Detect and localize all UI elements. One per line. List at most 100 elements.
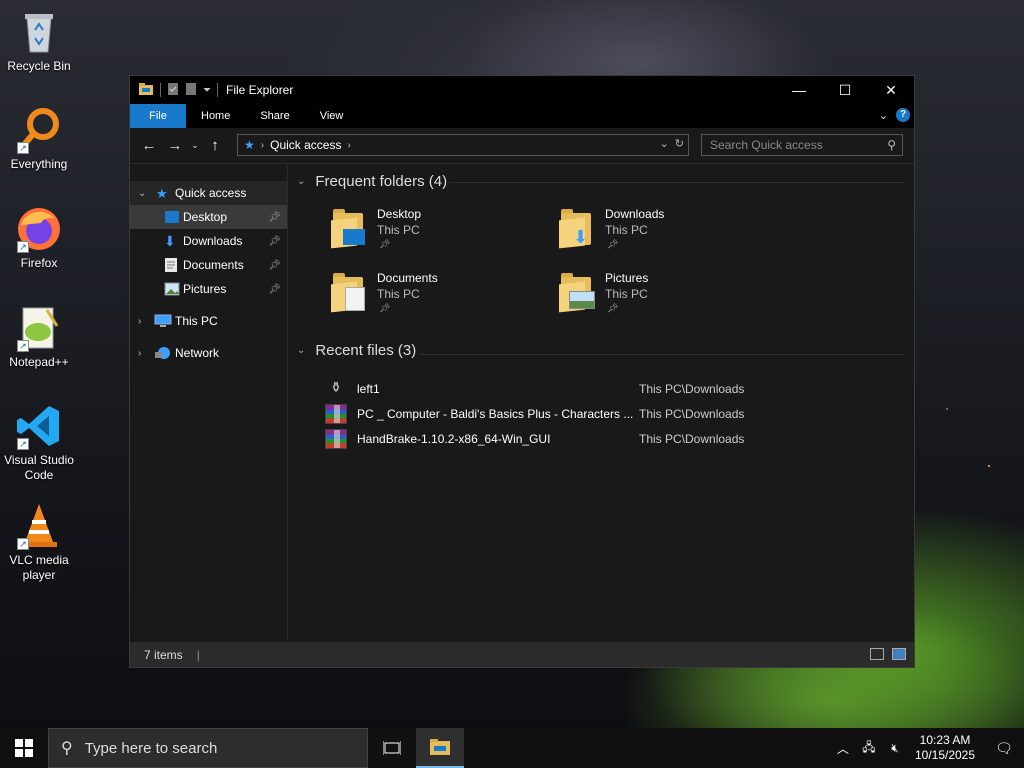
pin-icon[interactable]: 📌︎ xyxy=(268,212,281,223)
file-name: left1 xyxy=(357,382,380,396)
nav-item-label: Pictures xyxy=(183,282,227,296)
network-icon xyxy=(154,346,170,360)
divider xyxy=(449,182,904,183)
minimize-button[interactable]: — xyxy=(776,76,822,104)
address-bar[interactable]: ★ › Quick access › ⌄ ↻ xyxy=(237,134,689,156)
network-status-icon[interactable]: 🖧︎ xyxy=(858,738,880,759)
clock-date: 10/15/2025 xyxy=(914,748,976,762)
ribbon-tabs: File Home Share View ⌄ ? xyxy=(130,104,914,128)
show-hidden-icons-chevron-icon[interactable]: ︿ xyxy=(832,740,854,757)
help-icon[interactable]: ? xyxy=(896,108,910,122)
folder-name: Desktop xyxy=(377,207,422,221)
desktop-icon-label: Recycle Bin xyxy=(7,59,71,73)
address-history-chevron-icon[interactable]: ⌄ xyxy=(660,137,669,150)
desktop-icon-firefox[interactable]: ↗ Firefox xyxy=(0,205,78,271)
shortcut-arrow-icon: ↗ xyxy=(17,438,29,450)
recent-file-row[interactable]: PC _ Computer - Baldi's Basics Plus - Ch… xyxy=(325,403,905,425)
desktop-icon-label: Firefox xyxy=(20,256,58,270)
nav-item-pictures[interactable]: Pictures 📌︎ xyxy=(130,277,287,301)
clock-time: 10:23 AM xyxy=(919,733,971,747)
nav-item-this-pc[interactable]: › This PC xyxy=(130,309,287,333)
desktop-icon-everything[interactable]: ↗ Everything xyxy=(0,106,78,172)
pin-icon[interactable]: 📌︎ xyxy=(268,236,281,247)
search-icon: ⚲ xyxy=(61,740,73,757)
folder-name: Documents xyxy=(377,271,438,285)
title-bar[interactable]: ⏷ File Explorer — ☐ ✕ xyxy=(130,76,914,104)
nav-item-documents[interactable]: Documents 📌︎ xyxy=(130,253,287,277)
nav-item-quick-access[interactable]: ⌄ ★ Quick access xyxy=(130,181,287,205)
pin-icon: 📌︎ xyxy=(379,239,391,249)
volume-muted-icon[interactable]: 🔇︎ xyxy=(884,741,906,756)
desktop-icon-vlc[interactable]: ↗ VLC media player xyxy=(0,502,78,583)
window-title: File Explorer xyxy=(226,83,294,97)
forward-arrow-icon[interactable]: → xyxy=(162,137,188,154)
nav-item-label: Desktop xyxy=(183,210,228,224)
desktop-icon-vscode[interactable]: ↗ Visual Studio Code xyxy=(0,402,78,483)
start-button[interactable] xyxy=(0,728,48,768)
tab-file[interactable]: File xyxy=(130,104,186,128)
navigation-bar: ← → ⌄ ↑ ★ › Quick access › ⌄ ↻ Search Qu… xyxy=(130,128,914,164)
search-icon[interactable]: ⚲ xyxy=(887,138,896,152)
quick-access-star-icon: ★ xyxy=(244,138,255,152)
group-header-label: Recent files (3) xyxy=(315,342,417,359)
nav-item-network[interactable]: › Network xyxy=(130,341,287,365)
chevron-right-icon[interactable]: › xyxy=(138,348,141,359)
new-folder-icon[interactable] xyxy=(185,82,197,99)
firefox-icon: ↗ xyxy=(15,205,63,253)
refresh-icon[interactable]: ↻ xyxy=(675,137,684,150)
up-arrow-icon[interactable]: ↑ xyxy=(202,137,228,154)
search-input[interactable]: Search Quick access xyxy=(710,138,823,152)
nav-item-downloads[interactable]: ⬇ Downloads 📌︎ xyxy=(130,229,287,253)
navigation-pane: ⌄ ★ Quick access Desktop 📌︎ ⬇ Downloads … xyxy=(130,165,288,640)
maximize-button[interactable]: ☐ xyxy=(822,76,868,104)
recent-file-row[interactable]: ⚱ left1 This PC\Downloads xyxy=(325,378,905,400)
file-path: This PC\Downloads xyxy=(639,432,745,446)
breadcrumb-chevron-icon[interactable]: › xyxy=(347,140,350,151)
back-arrow-icon[interactable]: ← xyxy=(136,137,162,154)
folder-tile-pictures[interactable]: Pictures This PC 📌︎ xyxy=(559,271,759,323)
breadcrumb-quick-access[interactable]: Quick access xyxy=(270,138,341,152)
folder-tile-desktop[interactable]: Desktop This PC 📌︎ xyxy=(331,207,531,259)
nav-item-label: This PC xyxy=(175,314,218,328)
recent-locations-chevron-icon[interactable]: ⌄ xyxy=(188,140,202,151)
window-controls: — ☐ ✕ xyxy=(776,76,914,104)
nav-item-label: Documents xyxy=(183,258,244,272)
desktop-icon-notepad-plus-plus[interactable]: ↗ Notepad++ xyxy=(0,304,78,370)
properties-icon[interactable] xyxy=(167,82,179,99)
pin-icon[interactable]: 📌︎ xyxy=(268,284,281,295)
toolbar-divider xyxy=(160,83,161,97)
chevron-down-icon[interactable]: ⌄ xyxy=(297,345,305,356)
folder-tile-downloads[interactable]: ⬇ Downloads This PC 📌︎ xyxy=(559,207,759,259)
pin-icon[interactable]: 📌︎ xyxy=(268,260,281,271)
taskbar-search-input[interactable]: Type here to search xyxy=(85,740,218,757)
large-icons-view-icon[interactable] xyxy=(892,648,906,660)
customize-toolbar-icon[interactable]: ⏷ xyxy=(203,85,211,96)
pictures-icon xyxy=(164,282,180,296)
expand-ribbon-icon[interactable]: ⌄ xyxy=(879,109,888,122)
notifications-icon[interactable]: 🗨︎ xyxy=(984,740,1024,757)
clock[interactable]: 10:23 AM 10/15/2025 xyxy=(910,733,980,763)
taskbar-file-explorer-button[interactable] xyxy=(416,728,464,768)
recent-file-row[interactable]: HandBrake-1.10.2-x86_64-Win_GUI This PC\… xyxy=(325,428,905,450)
group-header-recent-files[interactable]: ⌄ Recent files (3) xyxy=(297,342,416,359)
documents-folder-icon xyxy=(331,273,365,313)
group-header-frequent-folders[interactable]: ⌄ Frequent folders (4) xyxy=(297,173,447,190)
search-box[interactable]: Search Quick access ⚲ xyxy=(701,134,903,156)
tab-share[interactable]: Share xyxy=(245,104,304,128)
tab-view[interactable]: View xyxy=(305,104,359,128)
folder-tile-documents[interactable]: Documents This PC 📌︎ xyxy=(331,271,531,323)
shortcut-arrow-icon: ↗ xyxy=(17,142,29,154)
tab-home[interactable]: Home xyxy=(186,104,245,128)
chevron-right-icon[interactable]: › xyxy=(138,316,141,327)
everything-search-icon: ↗ xyxy=(15,106,63,154)
task-view-button[interactable] xyxy=(368,728,416,768)
desktop-icon-recycle-bin[interactable]: Recycle Bin xyxy=(0,8,78,74)
close-button[interactable]: ✕ xyxy=(868,76,914,104)
pin-icon: 📌︎ xyxy=(607,303,619,313)
details-view-icon[interactable] xyxy=(870,648,884,660)
taskbar-search-box[interactable]: ⚲ Type here to search xyxy=(48,728,368,768)
file-path: This PC\Downloads xyxy=(639,407,745,421)
nav-item-desktop[interactable]: Desktop 📌︎ xyxy=(130,205,287,229)
chevron-down-icon[interactable]: ⌄ xyxy=(138,188,146,199)
chevron-down-icon[interactable]: ⌄ xyxy=(297,176,305,187)
